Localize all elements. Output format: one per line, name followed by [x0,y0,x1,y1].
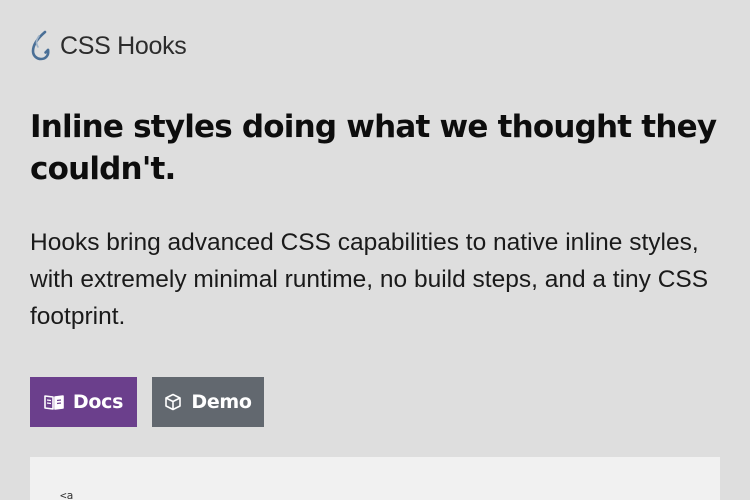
cube-icon [165,393,182,411]
book-icon [44,395,64,410]
code-example-panel: <a [30,457,720,500]
cta-group: Docs Demo [30,377,264,427]
docs-button[interactable]: Docs [30,377,137,427]
demo-button-label: Demo [191,391,252,413]
site-logo[interactable]: CSS Hooks [30,30,187,62]
hook-icon [31,30,50,61]
page-headline: Inline styles doing what we thought they… [30,109,717,187]
demo-button[interactable]: Demo [152,377,264,427]
lead-paragraph: Hooks bring advanced CSS capabilities to… [30,229,709,330]
code-line: <a [60,489,74,500]
docs-button-label: Docs [72,391,124,413]
brand-name: CSS Hooks [60,31,187,60]
